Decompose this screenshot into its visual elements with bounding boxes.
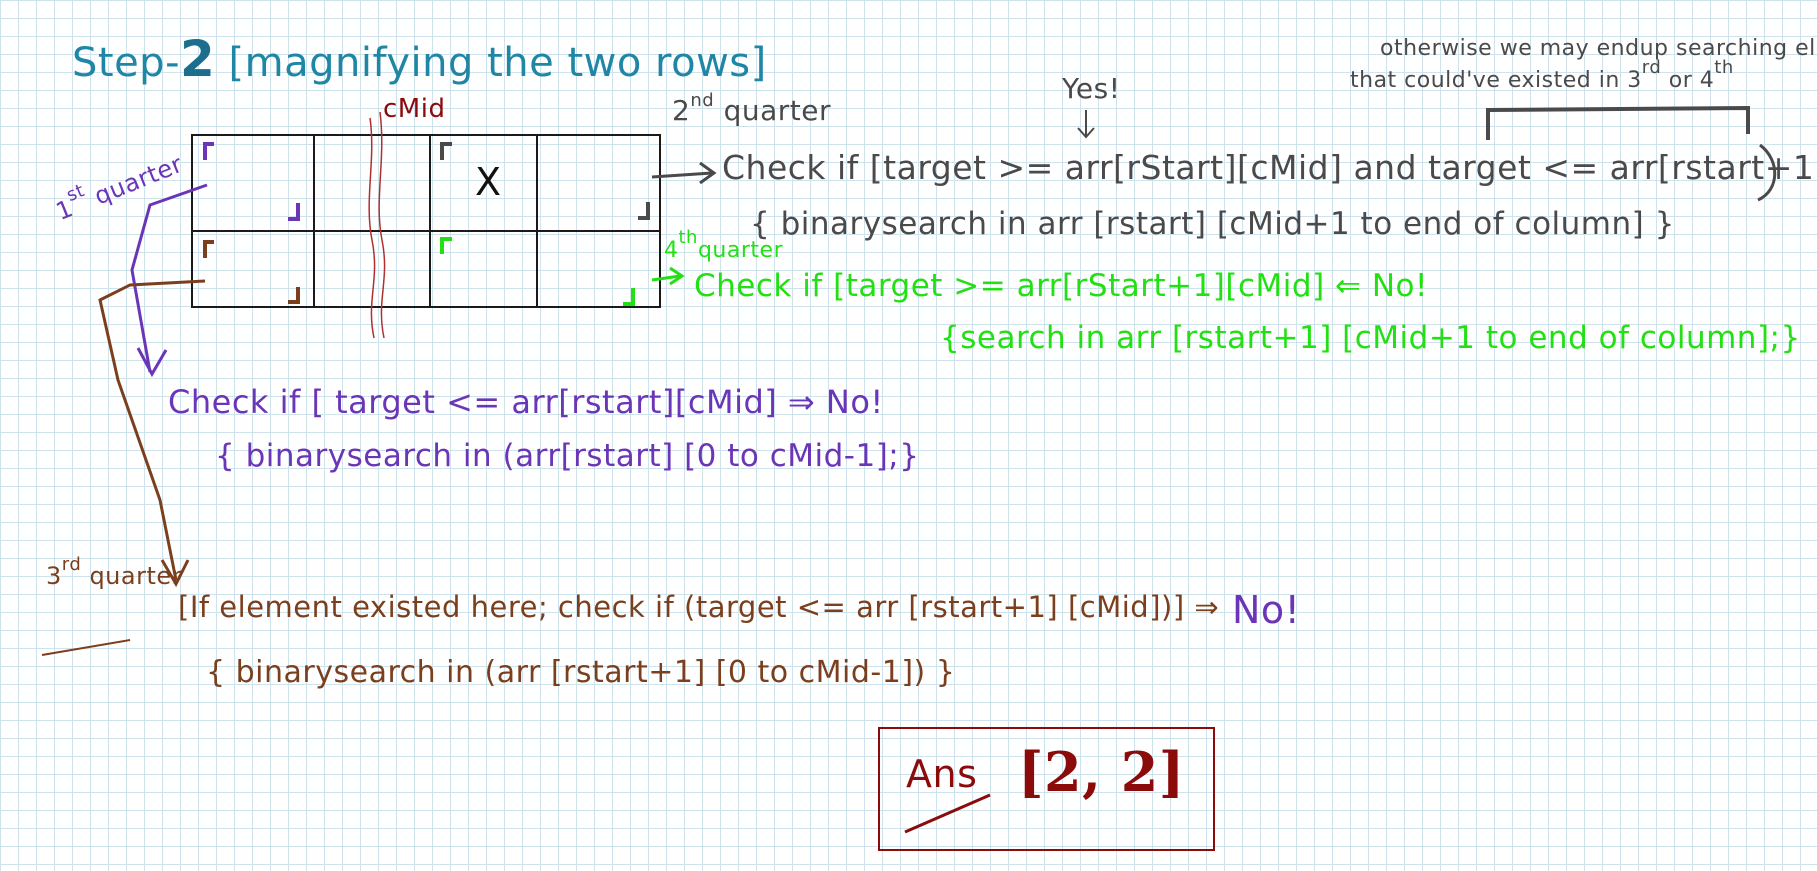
arrow-fourth-quarter xyxy=(651,266,685,286)
arrow-yes xyxy=(1077,110,1095,139)
cmid-marker xyxy=(368,111,386,339)
fourth-quarter-label: 4thquarter xyxy=(664,227,784,263)
third-quarter-search: { binarysearch in (arr [rstart+1] [0 to … xyxy=(206,655,956,690)
q2-brackets xyxy=(440,142,650,220)
second-quarter-label: 2nd quarter xyxy=(672,90,831,127)
second-quarter-check: Check if [target >= arr[rStart][cMid] an… xyxy=(722,148,1817,187)
matrix-grid xyxy=(191,134,661,308)
second-quarter-search: { binarysearch in arr [rstart] [cMid+1 t… xyxy=(750,206,1675,242)
overhead-brace xyxy=(1486,105,1750,140)
arrow-third-quarter xyxy=(98,279,206,588)
third-quarter-check: [If element existed here; check if (targ… xyxy=(178,590,1220,624)
third-quarter-underline xyxy=(41,639,131,656)
third-quarter-label: 3rd quarter xyxy=(46,554,182,590)
answer-label: Ans xyxy=(906,752,978,796)
target-cross-mark: X xyxy=(475,160,502,204)
answer-value: [2, 2] xyxy=(1018,740,1185,804)
arrow-first-quarter xyxy=(130,183,208,378)
fourth-quarter-check: Check if [target >= arr[rStart+1][cMid] … xyxy=(694,268,1428,304)
fourth-quarter-search: {search in arr [rstart+1] [cMid+1 to end… xyxy=(940,320,1801,356)
right-note-line1: otherwise we may endup searching element xyxy=(1380,36,1817,61)
cmid-label: cMid xyxy=(383,94,446,124)
arrow-second-quarter xyxy=(651,161,717,185)
yes-label: Yes! xyxy=(1062,72,1121,105)
q1-brackets xyxy=(203,142,300,221)
first-quarter-search: { binarysearch in (arr[rstart] [0 to cMi… xyxy=(215,438,920,474)
q3-brackets xyxy=(203,240,300,304)
third-quarter-result: No! xyxy=(1232,588,1301,632)
right-note-line2: that could've existed in 3rd or 4th xyxy=(1350,57,1734,93)
first-quarter-check: Check if [ target <= arr[rstart][cMid] ⇒… xyxy=(168,383,884,421)
